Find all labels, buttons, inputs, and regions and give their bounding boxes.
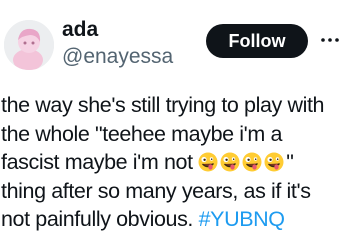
tweet-line: the whole "teehee maybe i'm a	[1, 121, 283, 146]
author-display-name[interactable]: ada	[62, 17, 98, 43]
tweet-text: the way she's still trying to play with …	[1, 91, 347, 234]
emoji-group	[198, 150, 286, 174]
tweet-line-text: not painfully obvious.	[1, 207, 199, 231]
tweet-line-text: fascist maybe i'm not	[1, 150, 199, 174]
follow-button[interactable]: Follow	[206, 24, 308, 58]
tweet-line-end: "	[286, 150, 294, 174]
zany-face-emoji	[220, 152, 240, 172]
zany-face-emoji	[198, 152, 218, 172]
avatar[interactable]	[4, 20, 54, 70]
tweet-line: the way she's still trying to play with	[1, 93, 325, 117]
pink-character-avatar-icon	[4, 20, 54, 70]
author-handle[interactable]: @enayessa	[62, 44, 173, 70]
zany-face-emoji	[264, 152, 284, 172]
tweet-line: not painfully obvious. #YUBNQ	[1, 205, 347, 234]
more-horizontal-icon[interactable]	[316, 32, 344, 48]
hashtag-link[interactable]: #YUBNQ	[199, 207, 285, 231]
tweet-line: fascist maybe i'm not "	[1, 148, 347, 177]
tweet-line: thing after so many years, as if it's	[1, 178, 311, 203]
zany-face-emoji	[242, 152, 262, 172]
